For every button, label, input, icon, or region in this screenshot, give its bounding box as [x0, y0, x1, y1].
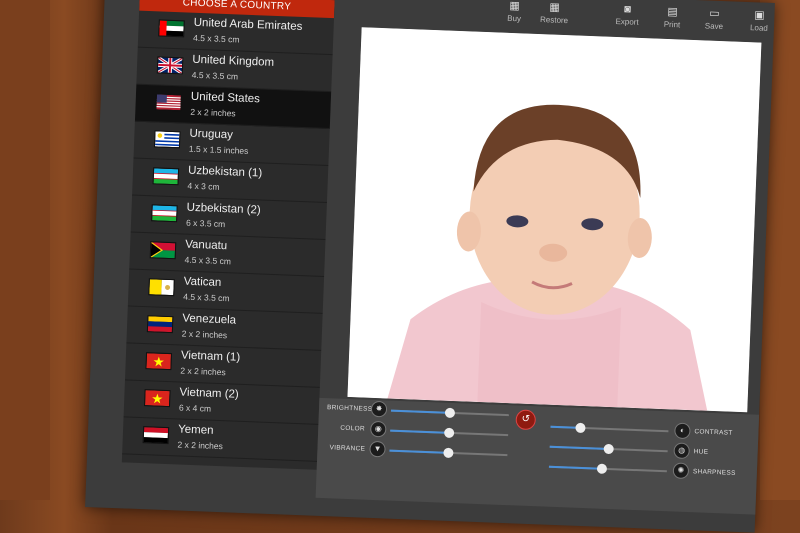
restore-icon: ▦ [549, 1, 561, 14]
sharpness-slider[interactable] [548, 463, 667, 474]
country-name: Uzbekistan (1) [187, 164, 263, 180]
uzbekistan-flag-icon [151, 204, 178, 223]
country-sidebar: CHOOSE A COUNTRY United Arab Emirates 4.5… [121, 0, 335, 470]
restore-label: Restore [539, 15, 569, 26]
country-name: Venezuela [182, 312, 237, 327]
yemen-flag-icon [142, 426, 170, 445]
photo-size: 6 x 4 cm [178, 402, 212, 414]
hue-label: HUE [693, 448, 709, 456]
country-name: United States [190, 90, 261, 106]
photo-size: 6 x 3.5 cm [185, 217, 226, 230]
adjustment-panel: ↺ BRIGHTNESS ✸ COLOR ◉ VIBRANCE ▼ ◐ CONT… [315, 397, 760, 515]
save-button[interactable]: ▭ Save [689, 6, 740, 32]
print-label: Print [663, 19, 681, 30]
color-icon: ◉ [369, 420, 387, 438]
load-label: Load [749, 23, 769, 33]
vanuatu-flag-icon [149, 241, 177, 260]
save-label: Save [704, 21, 724, 32]
photo-size: 2 x 2 inches [190, 106, 236, 119]
export-label: Export [615, 16, 639, 27]
contrast-icon: ◐ [674, 422, 691, 440]
vibrance-label: VIBRANCE [329, 444, 366, 453]
export-button[interactable]: ◙ Export [602, 2, 653, 27]
vibrance-slider[interactable] [389, 447, 508, 459]
hue-icon: ◍ [673, 442, 690, 460]
brightness-label: BRIGHTNESS [326, 404, 373, 413]
vibrance-icon: ▼ [369, 440, 386, 458]
color-label: COLOR [340, 424, 366, 433]
venezuela-flag-icon [146, 315, 174, 334]
country-name: Uzbekistan (2) [186, 201, 261, 217]
sharpness-icon: ✺ [672, 462, 690, 480]
photo-size: 4.5 x 3.5 cm [183, 291, 230, 304]
restore-button[interactable]: ▦ Restore [529, 0, 580, 26]
brightness-icon: ✸ [370, 400, 388, 418]
hue-slider[interactable] [549, 443, 668, 455]
country-item[interactable]: Yemen 2 x 2 inches [122, 417, 319, 462]
country-name: Uruguay [189, 127, 234, 142]
country-name: United Kingdom [192, 53, 275, 69]
wood-background [0, 0, 50, 500]
uruguay-flag-icon [153, 130, 181, 149]
photo-size: 4.5 x 3.5 cm [184, 254, 232, 267]
country-name: United Arab Emirates [193, 16, 303, 33]
brightness-slider[interactable] [390, 407, 509, 419]
country-name: Vanuatu [184, 238, 228, 253]
photo-size: 4.5 x 3.5 cm [191, 69, 239, 82]
color-slider[interactable] [390, 427, 509, 439]
photo-size: 4 x 3 cm [187, 180, 220, 192]
photo-preview [347, 27, 762, 413]
us-flag-icon [155, 93, 182, 112]
buy-label: Buy [507, 13, 522, 24]
vatican-flag-icon [148, 278, 175, 297]
uk-flag-icon [156, 56, 184, 75]
baby-photo [347, 27, 762, 413]
reset-button[interactable]: ↺ [515, 409, 537, 431]
country-name: Vietnam (2) [179, 386, 239, 401]
photo-size: 2 x 2 inches [181, 328, 228, 341]
app-window: CHOOSE A COUNTRY United Arab Emirates 4.5… [85, 0, 775, 533]
vietnam-flag-icon [145, 352, 173, 371]
photo-size: 1.5 x 1.5 inches [188, 143, 249, 156]
country-name: Vietnam (1) [180, 349, 241, 364]
country-name: Yemen [177, 423, 214, 437]
sharpness-label: SHARPNESS [692, 468, 736, 477]
load-icon: ▣ [754, 9, 765, 22]
uae-flag-icon [158, 19, 185, 38]
country-name: Vatican [183, 275, 222, 290]
contrast-label: CONTRAST [694, 428, 733, 437]
save-icon: ▭ [709, 7, 720, 20]
load-button[interactable]: ▣ Load [734, 8, 785, 34]
country-list: United Arab Emirates 4.5 x 3.5 cm United K… [122, 10, 335, 462]
uzbekistan-flag-icon [152, 167, 180, 186]
photo-size: 4.5 x 3.5 cm [192, 32, 240, 45]
contrast-slider[interactable] [550, 422, 669, 434]
photo-size: 2 x 2 inches [180, 365, 226, 378]
photo-size: 2 x 2 inches [177, 439, 224, 452]
camera-icon: ◙ [624, 3, 632, 16]
vietnam-flag-icon [143, 389, 171, 408]
